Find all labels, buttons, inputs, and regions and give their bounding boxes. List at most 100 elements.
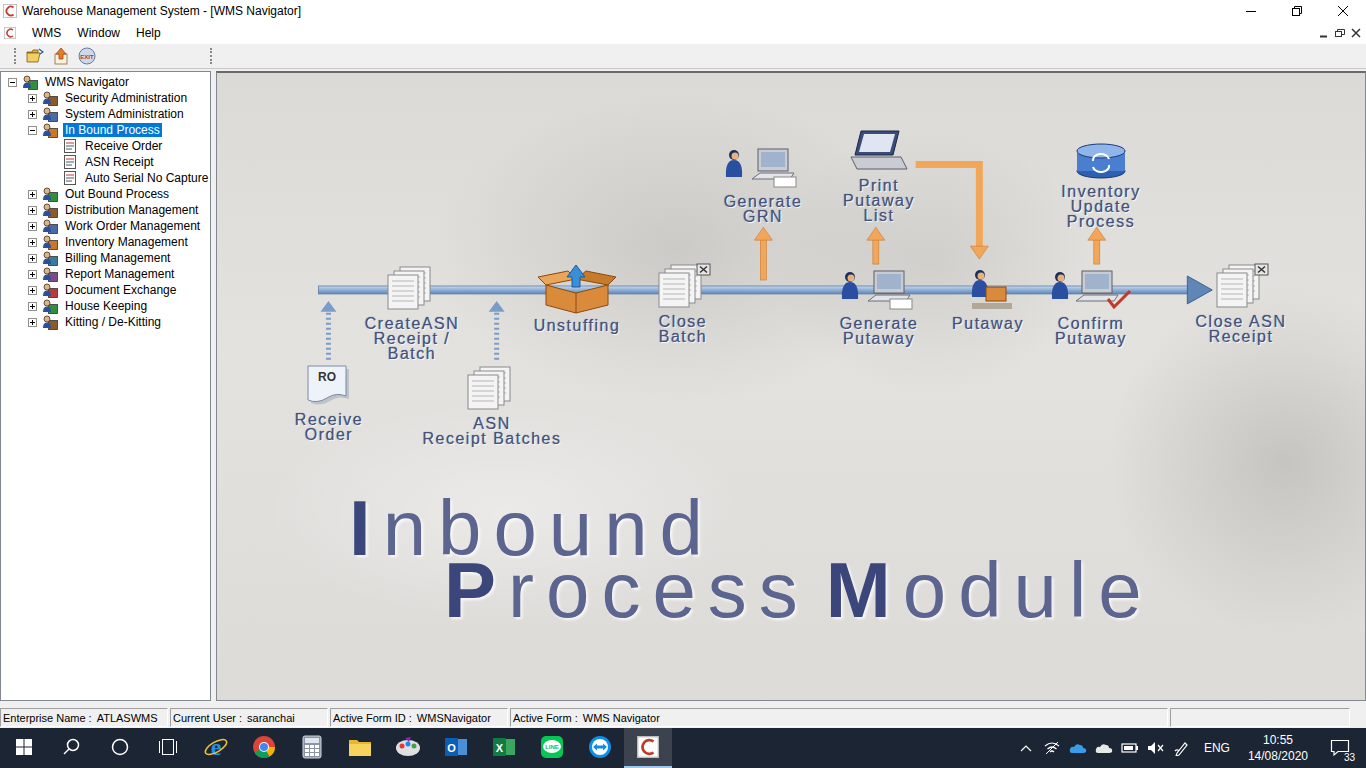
- tree-label[interactable]: Auto Serial No Capture: [83, 171, 210, 185]
- mdi-restore-icon[interactable]: [1334, 27, 1346, 39]
- menu-item[interactable]: Help: [128, 24, 169, 42]
- tray-item[interactable]: [1170, 728, 1194, 768]
- taskbar-app[interactable]: e: [192, 728, 240, 768]
- expander-box[interactable]: [28, 110, 37, 119]
- tree-item[interactable]: Security Administration: [1, 90, 210, 106]
- process-step[interactable]: CloseBatch: [603, 263, 763, 344]
- tray-item[interactable]: [1066, 728, 1090, 768]
- tree-label[interactable]: Receive Order: [83, 139, 164, 153]
- tree-label[interactable]: ASN Receipt: [83, 155, 156, 169]
- taskbar-app[interactable]: [240, 728, 288, 768]
- toolbar-grip[interactable]: [14, 48, 16, 64]
- tree-label[interactable]: In Bound Process: [63, 123, 162, 137]
- process-step[interactable]: ROReceiveOrder: [249, 363, 409, 442]
- tree-item[interactable]: Work Order Management: [1, 218, 210, 234]
- taskbar-app[interactable]: [288, 728, 336, 768]
- tree-label[interactable]: WMS Navigator: [43, 75, 131, 89]
- toolbar-button[interactable]: [24, 45, 46, 67]
- minimize-button[interactable]: [1228, 0, 1274, 22]
- process-step[interactable]: Close ASNReceipt: [1161, 263, 1321, 344]
- mdi-close-icon[interactable]: [1350, 27, 1362, 39]
- expander-box[interactable]: [28, 222, 37, 231]
- search-button[interactable]: [48, 728, 96, 768]
- process-step[interactable]: CreateASNReceipt /Batch: [332, 265, 492, 361]
- expander-box[interactable]: [28, 94, 37, 103]
- expander-box[interactable]: [28, 286, 37, 295]
- tree-item[interactable]: System Administration: [1, 106, 210, 122]
- toolbar-button[interactable]: EXIT: [76, 45, 98, 67]
- taskbar-app[interactable]: [576, 728, 624, 768]
- close-icon: [1338, 6, 1348, 16]
- tree-item[interactable]: Receive Order: [1, 138, 210, 154]
- process-step[interactable]: ASNReceipt Batches: [412, 365, 572, 446]
- excel-icon: X: [492, 735, 516, 759]
- tree-item[interactable]: House Keeping: [1, 298, 210, 314]
- expander-box[interactable]: [28, 126, 37, 135]
- expander-box[interactable]: [28, 270, 37, 279]
- start-button[interactable]: [0, 728, 48, 768]
- tray-item[interactable]: [1040, 728, 1064, 768]
- tree-item[interactable]: Distribution Management: [1, 202, 210, 218]
- menu-item[interactable]: WMS: [24, 24, 69, 42]
- process-step[interactable]: Putaway: [908, 265, 1068, 331]
- tree-label[interactable]: Billing Management: [63, 251, 172, 265]
- process-step[interactable]: ConfirmPutaway: [1011, 265, 1171, 346]
- process-step[interactable]: PrintPutawayList: [799, 129, 959, 223]
- tree-label[interactable]: Report Management: [63, 267, 176, 281]
- close-button[interactable]: [1320, 0, 1366, 22]
- tray-item[interactable]: [1014, 728, 1038, 768]
- tree-item[interactable]: ASN Receipt: [1, 154, 210, 170]
- tree-label[interactable]: Distribution Management: [63, 203, 200, 217]
- expander-box[interactable]: [8, 78, 17, 87]
- label-line: Print: [859, 178, 899, 193]
- input-language[interactable]: ENG: [1196, 741, 1238, 755]
- tree-label[interactable]: Inventory Management: [63, 235, 190, 249]
- tree-label[interactable]: House Keeping: [63, 299, 149, 313]
- process-step[interactable]: InventoryUpdateProcess: [1021, 141, 1181, 229]
- tree-item[interactable]: Billing Management: [1, 250, 210, 266]
- taskbar-app[interactable]: X: [480, 728, 528, 768]
- task-view-button[interactable]: [144, 728, 192, 768]
- taskbar-app[interactable]: O: [432, 728, 480, 768]
- tree-item[interactable]: Kitting / De-Kitting: [1, 314, 210, 330]
- process-step[interactable]: GenerateGRN: [683, 143, 843, 224]
- tree-label[interactable]: Kitting / De-Kitting: [63, 315, 163, 329]
- tree-item[interactable]: Inventory Management: [1, 234, 210, 250]
- tree-label[interactable]: Work Order Management: [63, 219, 202, 233]
- toolbar-button[interactable]: [50, 45, 72, 67]
- tree-item[interactable]: Auto Serial No Capture: [1, 170, 210, 186]
- process-step[interactable]: Unstuffing: [497, 263, 657, 333]
- notification-button[interactable]: 33: [1318, 728, 1362, 768]
- expander-box[interactable]: [28, 318, 37, 327]
- expander-box[interactable]: [28, 206, 37, 215]
- label-line: Putaway: [1055, 331, 1127, 346]
- taskbar-app[interactable]: [624, 728, 672, 768]
- taskbar-app[interactable]: [384, 728, 432, 768]
- tree-label[interactable]: System Administration: [63, 107, 186, 121]
- tree-label[interactable]: Document Exchange: [63, 283, 178, 297]
- tree-item[interactable]: Out Bound Process: [1, 186, 210, 202]
- tray-item[interactable]: [1092, 728, 1116, 768]
- tree-item[interactable]: WMS Navigator: [1, 74, 210, 90]
- tree-label[interactable]: Security Administration: [63, 91, 189, 105]
- mdi-minimize-icon[interactable]: [1318, 27, 1330, 39]
- taskbar-app[interactable]: LINE: [528, 728, 576, 768]
- restore-button[interactable]: [1274, 0, 1320, 22]
- expander-box[interactable]: [28, 238, 37, 247]
- task-view-icon: [158, 738, 178, 756]
- cortana-button[interactable]: [96, 728, 144, 768]
- tree-item[interactable]: In Bound Process: [1, 122, 210, 138]
- expander-box[interactable]: [28, 190, 37, 199]
- tree-item[interactable]: Report Management: [1, 266, 210, 282]
- tray-item[interactable]: [1118, 728, 1142, 768]
- taskbar-app[interactable]: [336, 728, 384, 768]
- expander-box[interactable]: [28, 302, 37, 311]
- clock[interactable]: 10:5514/08/2020: [1240, 732, 1316, 764]
- tray-item[interactable]: [1144, 728, 1168, 768]
- tree-label[interactable]: Out Bound Process: [63, 187, 171, 201]
- process-step[interactable]: GeneratePutaway: [799, 265, 959, 346]
- menu-item[interactable]: Window: [69, 24, 128, 42]
- expander-box[interactable]: [28, 254, 37, 263]
- tree-item[interactable]: Document Exchange: [1, 282, 210, 298]
- toolbar-grip[interactable]: [210, 48, 212, 64]
